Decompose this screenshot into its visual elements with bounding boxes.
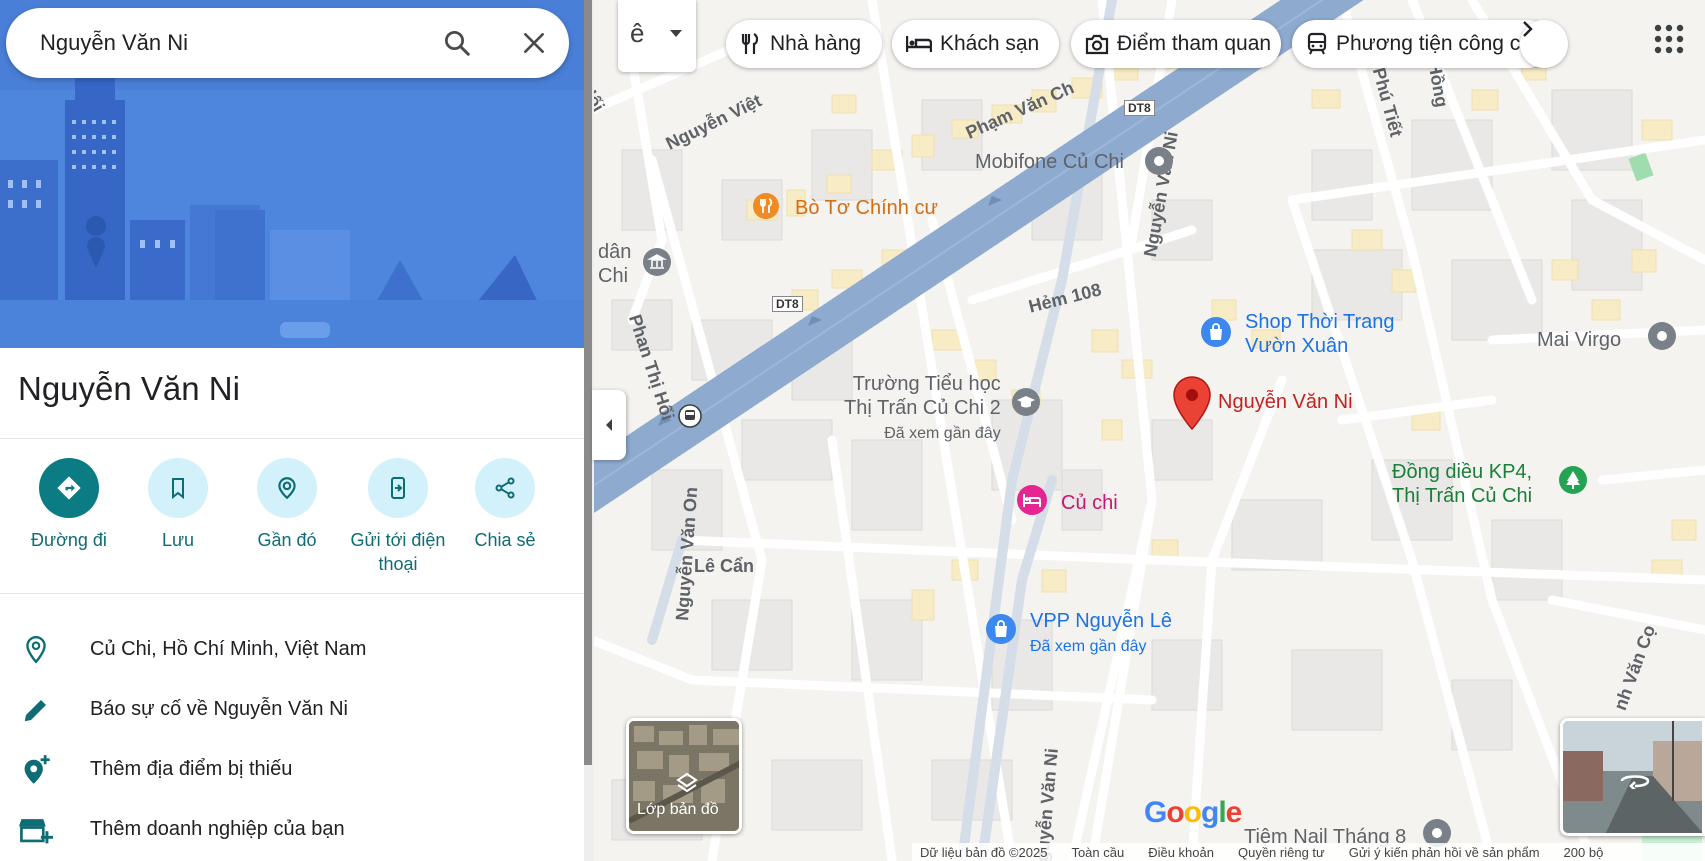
transit-icon: [1307, 32, 1327, 55]
privacy-link[interactable]: Quyền riêng tư: [1238, 845, 1325, 860]
terms-link[interactable]: Điều khoản: [1148, 845, 1214, 860]
poi-label-school[interactable]: Trường Tiểu học Thị Trấn Củ Chi 2 Đã xem g…: [844, 372, 1001, 446]
poi-label-vpp[interactable]: VPP Nguyễn Lê Đã xem gần đây: [1030, 609, 1172, 659]
global-link[interactable]: Toàn cầu: [1071, 845, 1124, 860]
tree-icon: [1559, 466, 1587, 494]
search-box: [6, 8, 569, 78]
feedback-link[interactable]: Gửi ý kiến phản hồi về sản phẩm: [1349, 845, 1540, 860]
panel-scrollbar[interactable]: [584, 0, 592, 765]
directions-icon: [57, 476, 81, 500]
add-location-icon: [24, 755, 50, 784]
place-title: Nguyễn Văn Ni: [18, 370, 240, 407]
chevron-left-icon: [606, 419, 612, 431]
add-missing-place-row[interactable]: Thêm địa điểm bị thiếu: [0, 740, 586, 798]
poi-label-shop[interactable]: Shop Thời Trang Vườn Xuân: [1245, 310, 1395, 358]
add-business-row[interactable]: Thêm doanh nghiệp của bạn: [0, 800, 586, 858]
poi-label-mai-virgo[interactable]: Mai Virgo: [1537, 328, 1621, 352]
poi-label-cu-chi[interactable]: Củ chi: [1061, 491, 1118, 515]
museum-icon: [643, 248, 671, 276]
map-canvas[interactable]: ê Nhà hàng Khách sạn Điểm tham quan Phươ…: [592, 0, 1705, 861]
close-button[interactable]: [516, 25, 552, 61]
chip-transit[interactable]: Phương tiện công c: [1292, 20, 1552, 68]
hotel-icon: [906, 36, 932, 52]
apps-grid-button[interactable]: [1652, 22, 1686, 56]
pencil-icon: [24, 700, 46, 722]
map-background: [592, 0, 1705, 861]
divider: [0, 438, 586, 439]
chip-restaurants[interactable]: Nhà hàng: [726, 20, 882, 68]
directions-button[interactable]: Đường đi: [9, 458, 129, 552]
bus-stop-icon: [678, 404, 702, 428]
selected-place-label[interactable]: Nguyễn Văn Ni: [1218, 390, 1353, 414]
share-button[interactable]: Chia sẻ: [445, 458, 565, 552]
collapse-panel-button[interactable]: [592, 390, 626, 460]
action-row: Đường đi Lưu Gần đó Gửi tới điện thoại Ch…: [0, 458, 586, 588]
road-shield-dt8: DT8: [1124, 100, 1155, 116]
apps-grid-icon: [1654, 24, 1684, 54]
report-issue-row[interactable]: Báo sự cố về Nguyễn Văn Ni: [0, 680, 586, 738]
poi-label-mobifone[interactable]: Mobifone Củ Chi: [975, 150, 1124, 174]
street-view-thumbnail[interactable]: [1560, 718, 1705, 836]
share-icon: [495, 477, 515, 499]
close-icon: [524, 33, 544, 53]
generic-poi-icon: [1648, 322, 1676, 350]
search-icon: [445, 31, 470, 56]
google-logo: Google: [1144, 796, 1242, 829]
side-panel: Nguyễn Văn Ni Đường đi Lưu Gần đó Gửi tớ…: [0, 0, 586, 861]
input-tools-button[interactable]: ê: [618, 0, 696, 72]
search-input[interactable]: [40, 24, 420, 62]
nearby-button[interactable]: Gần đó: [227, 458, 347, 552]
chips-scroll-right-button[interactable]: [1520, 20, 1568, 68]
layers-icon: [676, 772, 698, 793]
generic-poi-icon: [1145, 147, 1173, 175]
add-business-icon: [19, 819, 53, 844]
address-row[interactable]: Củ Chi, Hồ Chí Minh, Việt Nam: [0, 620, 586, 678]
poi-label-dan[interactable]: dân Chi: [598, 240, 631, 288]
map-data-attribution: Dữ liệu bản đồ ©2025: [920, 844, 1048, 860]
rotate-360-icon: [1620, 775, 1650, 789]
phone-icon: [391, 477, 405, 499]
camera-icon: [1085, 34, 1109, 55]
search-button[interactable]: [439, 25, 475, 61]
poi-label-park[interactable]: Đồng diều KP4, Thị Trấn Củ Chi: [1392, 460, 1532, 508]
chip-hotels[interactable]: Khách sạn: [892, 20, 1059, 68]
map-footer: Dữ liệu bản đồ ©2025 Toàn cầu Điều khoản…: [912, 843, 1705, 861]
map-pin-icon: [1173, 376, 1211, 431]
divider: [0, 593, 586, 594]
street-label-le-can: Lê Cẩn: [694, 556, 755, 576]
restaurant-poi-icon: [753, 193, 779, 219]
nearby-icon: [278, 477, 296, 500]
shopping-bag-icon: [1201, 317, 1231, 347]
scale-label[interactable]: 200 bộ: [1564, 845, 1604, 860]
location-pin-icon: [26, 635, 46, 664]
road-shield-dt8: DT8: [772, 296, 803, 312]
chip-attractions[interactable]: Điểm tham quan: [1071, 20, 1281, 68]
dropdown-arrow-icon: [670, 30, 682, 37]
send-to-phone-button[interactable]: Gửi tới điện thoại: [336, 458, 460, 576]
shopping-bag-icon: [986, 614, 1016, 644]
bookmark-icon: [172, 478, 184, 500]
save-button[interactable]: Lưu: [118, 458, 238, 552]
school-icon: [1012, 388, 1040, 416]
layers-button[interactable]: Lớp bản đồ: [626, 718, 742, 834]
poi-label-bo-to[interactable]: Bò Tơ Chính cư: [795, 196, 938, 220]
chevron-right-icon: [1523, 21, 1533, 37]
restaurant-icon: [741, 33, 759, 54]
hotel-poi-icon: [1017, 485, 1047, 515]
